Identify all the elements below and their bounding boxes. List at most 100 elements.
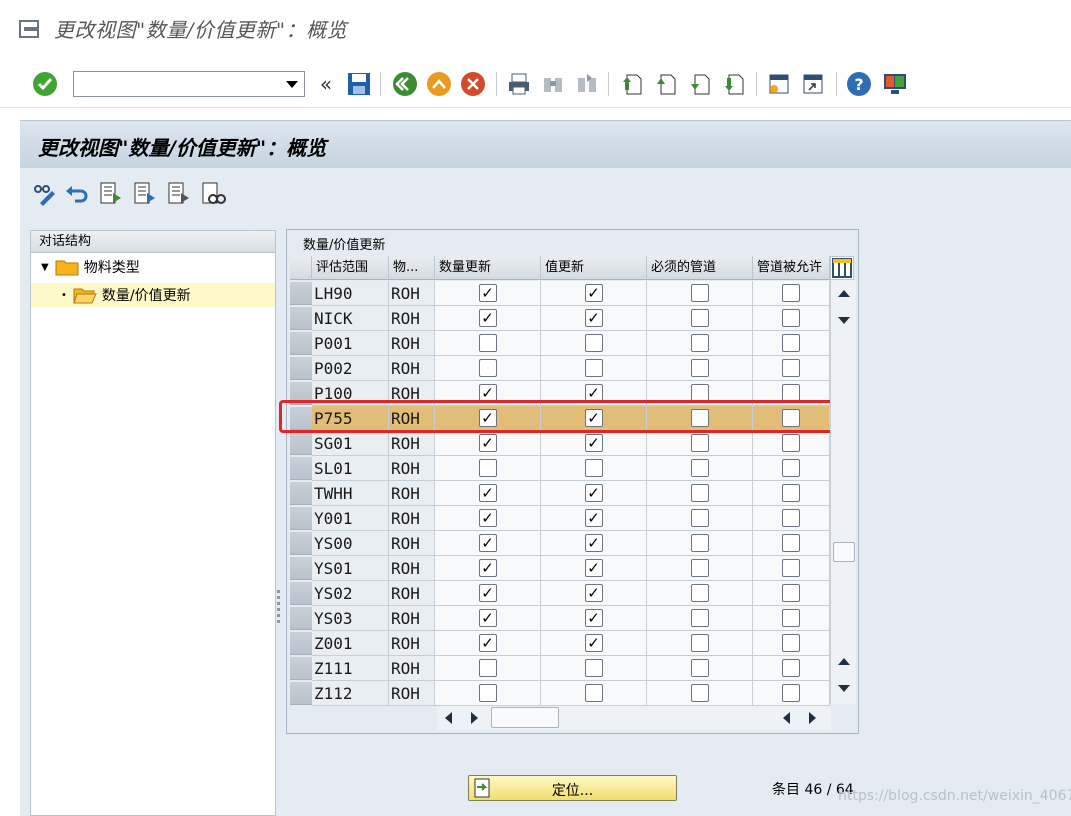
row-selector[interactable] xyxy=(290,457,312,480)
pipeline-allowed-checkbox[interactable] xyxy=(782,584,800,602)
shortcut-icon[interactable] xyxy=(800,71,826,97)
row-selector[interactable] xyxy=(290,357,312,380)
chevron-down-icon[interactable] xyxy=(286,81,298,88)
row-selector[interactable] xyxy=(290,682,312,705)
pipeline-required-checkbox[interactable] xyxy=(690,484,709,502)
row-selector[interactable] xyxy=(290,307,312,330)
pipeline-required-checkbox[interactable] xyxy=(690,609,709,627)
qty-update-checkbox[interactable]: ✓ xyxy=(478,634,497,652)
value-update-checkbox[interactable]: ✓ xyxy=(584,559,603,577)
row-selector[interactable] xyxy=(290,557,312,580)
position-button[interactable]: 定位... xyxy=(468,775,677,801)
pipeline-allowed-checkbox[interactable] xyxy=(782,284,800,302)
qty-update-checkbox[interactable]: ✓ xyxy=(478,484,497,502)
find-next-icon[interactable] xyxy=(574,71,600,97)
pipeline-required-checkbox[interactable] xyxy=(690,284,709,302)
pipeline-allowed-checkbox[interactable] xyxy=(782,509,800,527)
pipeline-allowed-checkbox[interactable] xyxy=(782,459,800,477)
value-update-checkbox[interactable]: ✓ xyxy=(584,284,603,302)
row-selector[interactable] xyxy=(290,432,312,455)
value-update-checkbox[interactable]: ✓ xyxy=(584,634,603,652)
exit-icon[interactable] xyxy=(426,71,452,97)
row-selector[interactable] xyxy=(290,632,312,655)
save-icon[interactable] xyxy=(346,71,372,97)
value-update-checkbox[interactable]: ✓ xyxy=(584,309,603,327)
row-selector[interactable] xyxy=(290,482,312,505)
horizontal-scrollbar[interactable] xyxy=(437,706,831,730)
pipeline-required-checkbox[interactable] xyxy=(690,634,709,652)
first-page-icon[interactable] xyxy=(618,71,644,97)
qty-update-checkbox[interactable]: ✓ xyxy=(478,434,497,452)
column-header[interactable]: 数量更新 xyxy=(435,256,541,280)
row-selector[interactable] xyxy=(290,607,312,630)
menu-icon[interactable] xyxy=(18,19,42,39)
column-header[interactable]: 值更新 xyxy=(541,256,647,280)
qty-update-checkbox[interactable]: ✓ xyxy=(478,509,497,527)
qty-update-checkbox[interactable]: ✓ xyxy=(478,284,497,302)
pipeline-allowed-checkbox[interactable] xyxy=(782,659,800,677)
qty-update-checkbox[interactable] xyxy=(478,684,497,702)
previous-page-icon[interactable] xyxy=(652,71,678,97)
pipeline-required-checkbox[interactable] xyxy=(690,534,709,552)
page-up-icon[interactable] xyxy=(838,658,850,665)
page-down-icon[interactable] xyxy=(838,685,850,692)
tree-node-material-type[interactable]: ▼ 物料类型 xyxy=(41,255,275,279)
column-header[interactable]: 物... xyxy=(389,256,435,280)
new-session-icon[interactable] xyxy=(766,71,792,97)
pipeline-allowed-checkbox[interactable] xyxy=(782,434,800,452)
pipeline-allowed-checkbox[interactable] xyxy=(782,559,800,577)
row-selector[interactable] xyxy=(290,532,312,555)
scroll-left-icon[interactable] xyxy=(445,712,452,724)
value-update-checkbox[interactable] xyxy=(584,359,603,377)
column-header[interactable]: 管道被允许 xyxy=(753,256,830,280)
qty-update-checkbox[interactable] xyxy=(478,359,497,377)
ok-check-icon[interactable] xyxy=(32,71,58,97)
pipeline-allowed-checkbox[interactable] xyxy=(782,609,800,627)
pipeline-required-checkbox[interactable] xyxy=(690,659,709,677)
scroll-left-icon[interactable] xyxy=(783,712,790,724)
pipeline-required-checkbox[interactable] xyxy=(690,509,709,527)
column-header[interactable]: 必须的管道 xyxy=(647,256,753,280)
pipeline-allowed-checkbox[interactable] xyxy=(782,484,800,502)
pipeline-required-checkbox[interactable] xyxy=(690,334,709,352)
collapse-icon[interactable]: « xyxy=(313,71,339,97)
print-icon[interactable] xyxy=(506,71,532,97)
qty-update-checkbox[interactable] xyxy=(478,659,497,677)
value-update-checkbox[interactable]: ✓ xyxy=(584,434,603,452)
scroll-thumb[interactable] xyxy=(833,542,855,562)
qty-update-checkbox[interactable]: ✓ xyxy=(478,559,497,577)
find-icon[interactable] xyxy=(540,71,566,97)
qty-update-checkbox[interactable]: ✓ xyxy=(478,584,497,602)
splitter-handle[interactable] xyxy=(276,590,282,634)
value-update-checkbox[interactable] xyxy=(584,334,603,352)
qty-update-checkbox[interactable]: ✓ xyxy=(478,609,497,627)
value-update-checkbox[interactable]: ✓ xyxy=(584,484,603,502)
qty-update-checkbox[interactable] xyxy=(478,459,497,477)
row-selector[interactable] xyxy=(290,332,312,355)
pipeline-allowed-checkbox[interactable] xyxy=(782,359,800,377)
scroll-down-icon[interactable] xyxy=(838,317,850,324)
row-selector[interactable] xyxy=(290,282,312,305)
back-icon[interactable] xyxy=(392,71,418,97)
caret-down-icon[interactable]: ▼ xyxy=(41,262,49,273)
value-update-checkbox[interactable]: ✓ xyxy=(584,509,603,527)
select-all-rows-button[interactable] xyxy=(290,256,312,280)
vertical-scrollbar[interactable] xyxy=(830,280,856,704)
row-selector[interactable] xyxy=(290,507,312,530)
row-selector[interactable] xyxy=(290,582,312,605)
pipeline-required-checkbox[interactable] xyxy=(690,684,709,702)
scroll-right-icon[interactable] xyxy=(809,712,816,724)
last-page-icon[interactable] xyxy=(720,71,746,97)
pipeline-required-checkbox[interactable] xyxy=(690,359,709,377)
layout-icon[interactable] xyxy=(882,71,908,97)
pipeline-allowed-checkbox[interactable] xyxy=(782,684,800,702)
copy-as-icon[interactable] xyxy=(132,181,158,207)
row-selector[interactable] xyxy=(290,657,312,680)
pipeline-required-checkbox[interactable] xyxy=(690,459,709,477)
undo-icon[interactable] xyxy=(64,181,90,207)
value-update-checkbox[interactable] xyxy=(584,459,603,477)
column-header[interactable]: 评估范围 xyxy=(312,256,389,280)
value-update-checkbox[interactable]: ✓ xyxy=(584,609,603,627)
scroll-up-icon[interactable] xyxy=(838,290,850,297)
pipeline-allowed-checkbox[interactable] xyxy=(782,309,800,327)
